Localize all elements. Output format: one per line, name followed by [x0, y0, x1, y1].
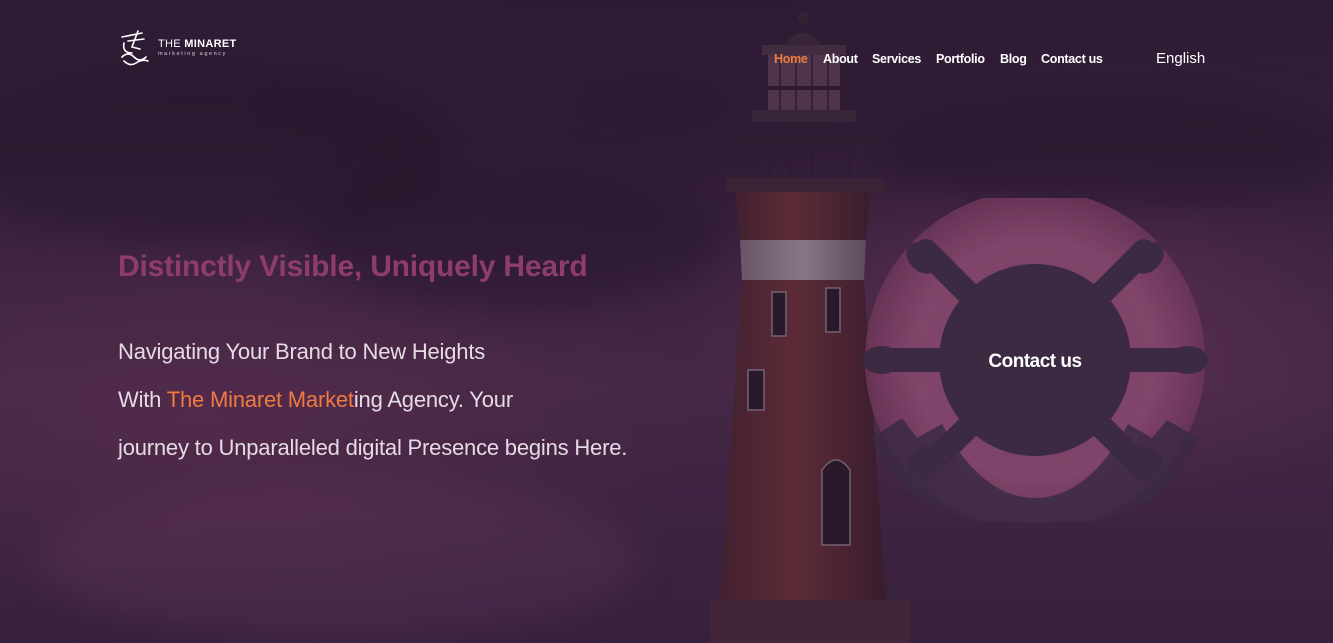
contact-wheel: Contact us [862, 190, 1208, 530]
hero-line-1: Navigating Your Brand to New Heights [118, 339, 486, 364]
nav-blog[interactable]: Blog [1000, 52, 1041, 66]
contact-us-button[interactable]: Contact us [940, 282, 1130, 442]
nav-home[interactable]: Home [774, 52, 823, 66]
logo-name: THE MINARET [158, 37, 237, 50]
brand-name-highlight: The Minaret Market [166, 387, 354, 412]
minaret-logo-icon [121, 30, 149, 66]
logo-subtitle: marketing agency [158, 50, 228, 57]
logo[interactable]: THE MINARET marketing agency [118, 28, 236, 68]
nav-about[interactable]: About [823, 52, 872, 66]
main-nav: Home About Services Portfolio Blog Conta… [774, 52, 1121, 66]
language-switcher[interactable]: English [1156, 50, 1205, 67]
hero-line-2: With The Minaret Marketing Agency. Your [118, 387, 513, 412]
hero-line-3: journey to Unparalleled digital Presence… [118, 435, 628, 460]
hero-description: Navigating Your Brand to New Heights Wit… [118, 328, 627, 472]
nav-portfolio[interactable]: Portfolio [936, 52, 1000, 66]
nav-contact-us[interactable]: Contact us [1041, 52, 1121, 66]
nav-services[interactable]: Services [872, 52, 936, 66]
hero-tagline: Distinctly Visible, Uniquely Heard [118, 250, 588, 283]
